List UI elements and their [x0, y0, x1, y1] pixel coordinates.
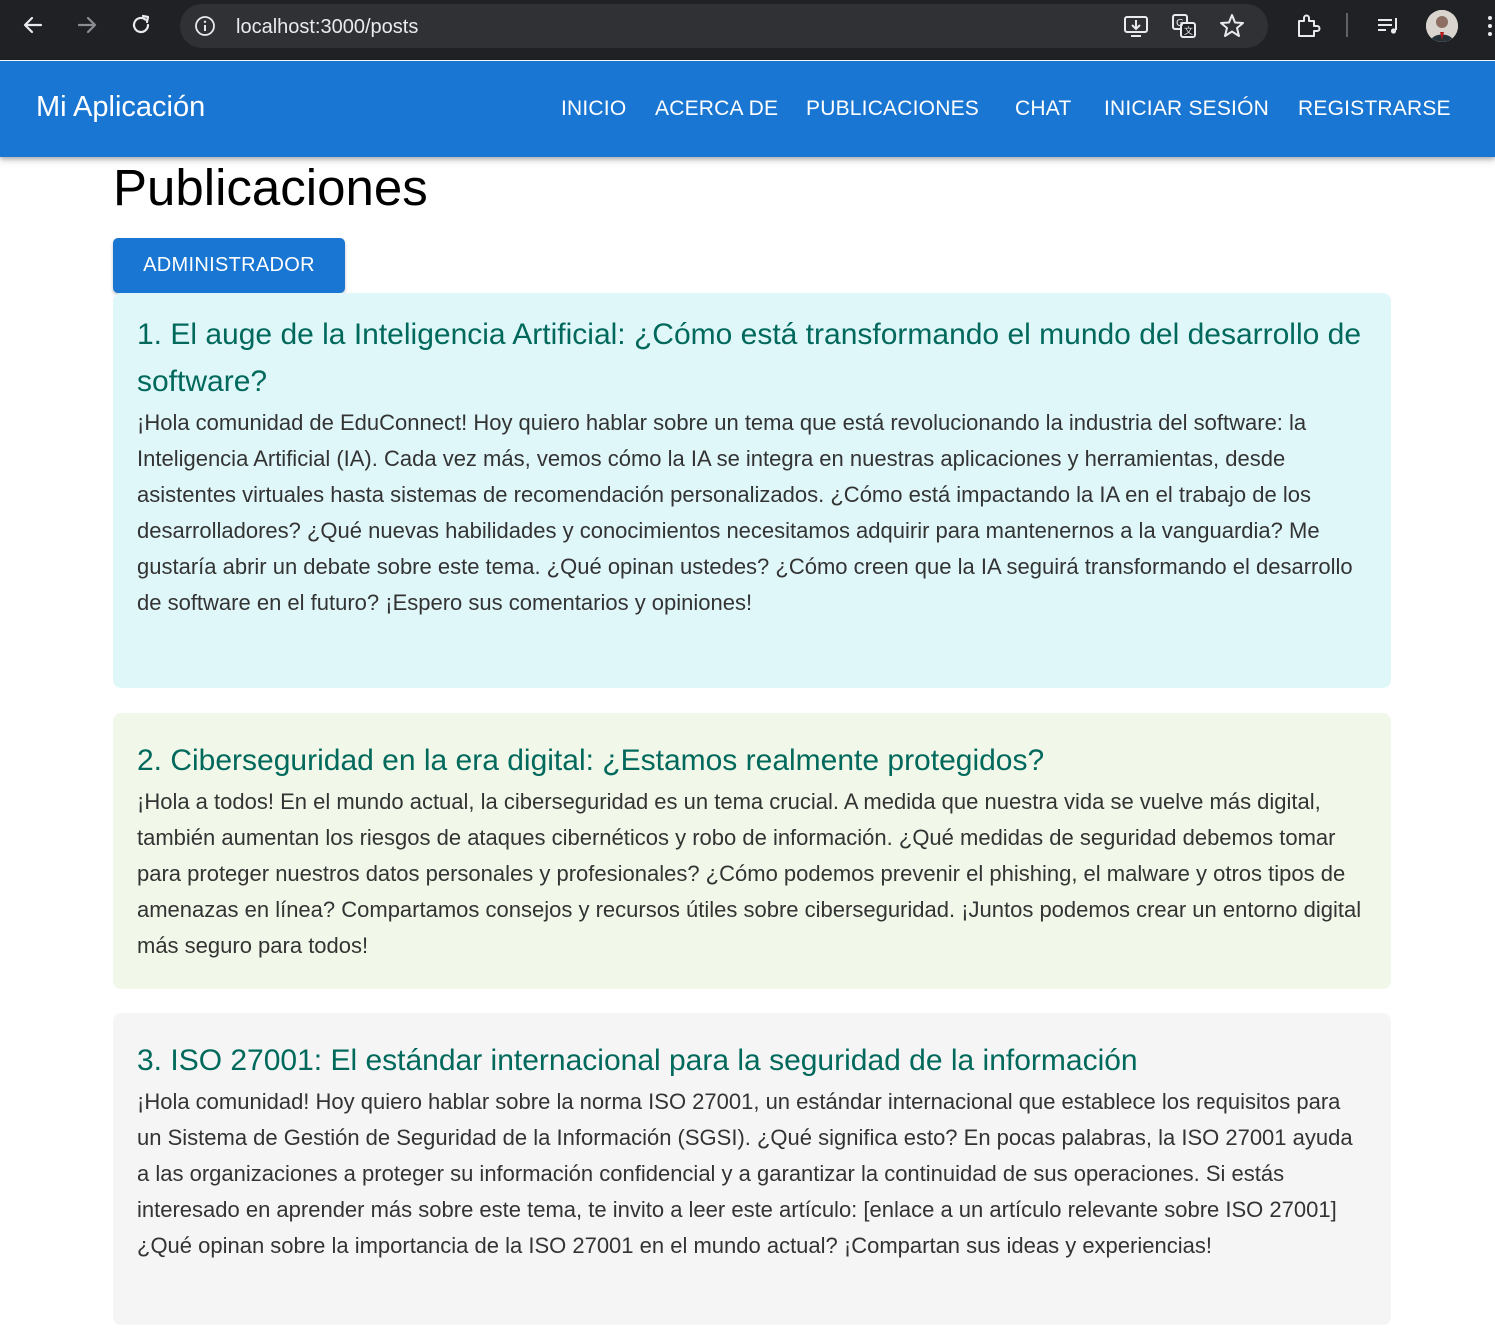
url-text[interactable]: localhost:3000/posts — [236, 16, 418, 39]
bookmark-star-icon[interactable] — [1218, 12, 1246, 40]
nav-link-registrarse[interactable]: REGISTRARSE — [1298, 97, 1451, 121]
install-app-icon[interactable] — [1122, 12, 1150, 40]
address-bar[interactable]: localhost:3000/posts — [180, 4, 1268, 48]
post-body: ¡Hola comunidad de EduConnect! Hoy quier… — [137, 410, 1353, 615]
post-card-2: 2. Ciberseguridad en la era digital: ¿Es… — [113, 713, 1391, 989]
media-controls-icon[interactable] — [1374, 12, 1402, 40]
post-title: 1. El auge de la Inteligencia Artificial… — [137, 318, 1362, 398]
brand-title[interactable]: Mi Aplicación — [36, 91, 205, 124]
extensions-icon[interactable] — [1294, 12, 1322, 40]
app-bar: Mi Aplicación INICIO ACERCA DE PUBLICACI… — [0, 61, 1495, 157]
reload-icon[interactable] — [126, 10, 156, 40]
nav-link-acerca-de[interactable]: ACERCA DE — [655, 97, 778, 121]
svg-text:文: 文 — [1184, 25, 1193, 37]
translate-icon[interactable]: G文 — [1170, 12, 1198, 40]
post-card-3: 3. ISO 27001: El estándar internacional … — [113, 1013, 1391, 1325]
nav-link-chat[interactable]: CHAT — [1015, 97, 1071, 121]
admin-button[interactable]: ADMINISTRADOR — [113, 238, 345, 293]
nav-link-inicio[interactable]: INICIO — [561, 97, 626, 121]
post-body: ¡Hola comunidad! Hoy quiero hablar sobre… — [137, 1089, 1353, 1258]
nav-link-publicaciones[interactable]: PUBLICACIONES — [806, 97, 979, 121]
toolbar-divider — [1346, 13, 1348, 37]
svg-text:G: G — [1176, 18, 1184, 29]
profile-avatar[interactable] — [1426, 10, 1458, 42]
post-body: ¡Hola a todos! En el mundo actual, la ci… — [137, 789, 1362, 958]
menu-icon[interactable] — [1486, 14, 1495, 38]
browser-toolbar: localhost:3000/posts G文 — [0, 0, 1495, 60]
back-arrow-icon[interactable] — [18, 10, 48, 40]
nav-link-iniciar-sesion[interactable]: INICIAR SESIÓN — [1104, 97, 1269, 121]
site-info-icon[interactable] — [194, 15, 216, 37]
forward-arrow-icon[interactable] — [72, 10, 102, 40]
post-card-1: 1. El auge de la Inteligencia Artificial… — [113, 293, 1391, 688]
post-title: 2. Ciberseguridad en la era digital: ¿Es… — [137, 744, 1045, 777]
page-title: Publicaciones — [113, 159, 428, 216]
post-title: 3. ISO 27001: El estándar internacional … — [137, 1044, 1138, 1077]
